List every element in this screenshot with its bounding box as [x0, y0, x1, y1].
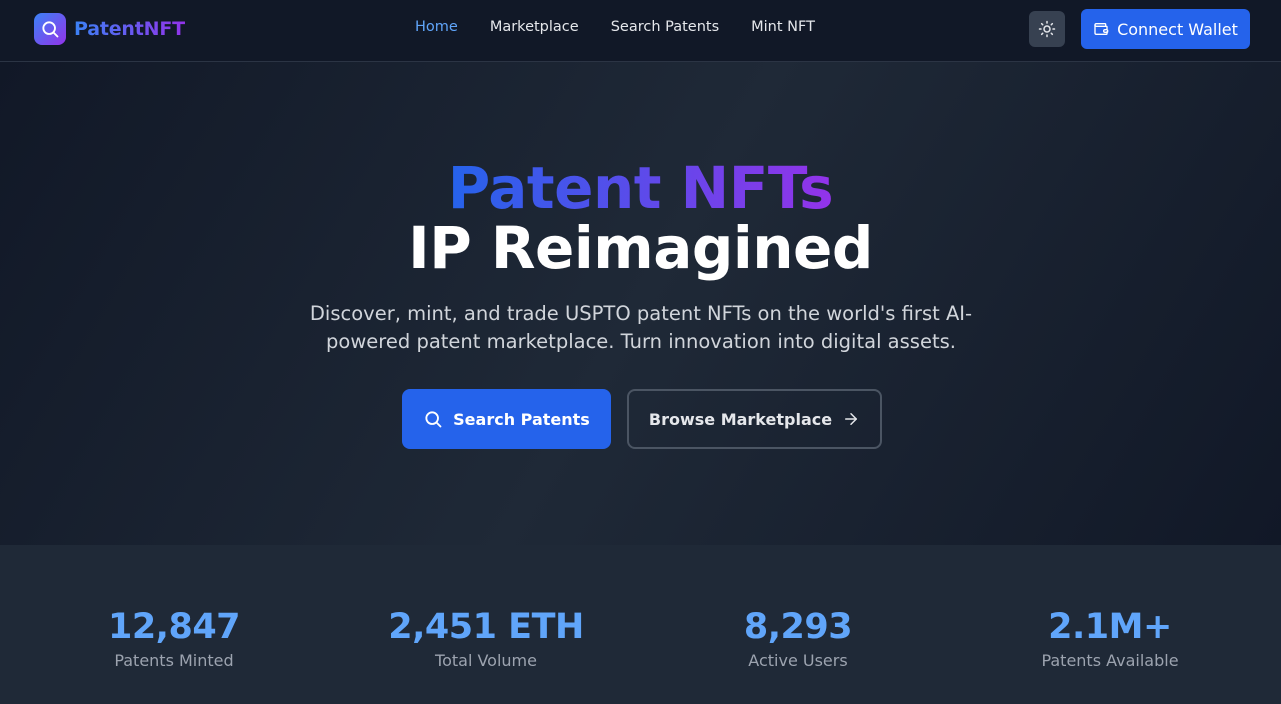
hero-section: Patent NFTs IP Reimagined Discover, mint…	[0, 62, 1281, 545]
search-patents-label: Search Patents	[453, 410, 590, 429]
stat-label: Total Volume	[356, 651, 616, 671]
connect-wallet-button[interactable]: Connect Wallet	[1081, 9, 1250, 49]
theme-toggle-button[interactable]	[1029, 11, 1065, 47]
stat-value: 8,293	[668, 605, 928, 649]
stat-value: 12,847	[44, 605, 304, 649]
brand-name: PatentNFT	[74, 18, 185, 40]
nav-home[interactable]: Home	[415, 19, 458, 39]
stat-label: Active Users	[668, 651, 928, 671]
connect-wallet-label: Connect Wallet	[1117, 20, 1238, 39]
browse-marketplace-label: Browse Marketplace	[649, 410, 832, 429]
nav-mint-nft[interactable]: Mint NFT	[751, 19, 815, 39]
search-patents-button[interactable]: Search Patents	[402, 389, 611, 449]
main-nav: Home Marketplace Search Patents Mint NFT	[415, 19, 815, 39]
brand-logo[interactable]: PatentNFT	[34, 13, 185, 45]
search-icon	[423, 409, 443, 429]
search-icon	[34, 13, 66, 45]
stat-label: Patents Available	[980, 651, 1240, 671]
stat-label: Patents Minted	[44, 651, 304, 671]
nav-search-patents[interactable]: Search Patents	[611, 19, 719, 39]
stat-patents-minted: 12,847 Patents Minted	[44, 605, 304, 671]
arrow-right-icon	[842, 410, 860, 428]
stat-value: 2.1M+	[980, 605, 1240, 649]
stats-section: 12,847 Patents Minted 2,451 ETH Total Vo…	[0, 545, 1281, 704]
wallet-icon	[1093, 21, 1109, 37]
browse-marketplace-button[interactable]: Browse Marketplace	[627, 389, 882, 449]
hero-title-gradient-text: Patent NFTs	[448, 154, 833, 222]
nav-marketplace[interactable]: Marketplace	[490, 19, 579, 39]
stat-active-users: 8,293 Active Users	[668, 605, 928, 671]
stat-patents-available: 2.1M+ Patents Available	[980, 605, 1240, 671]
hero-subtitle: Discover, mint, and trade USPTO patent N…	[280, 300, 1002, 356]
hero-title-gradient: Patent NFTs	[0, 154, 1281, 222]
sun-icon	[1038, 20, 1056, 38]
hero-title: IP Reimagined	[0, 214, 1281, 282]
stat-value: 2,451 ETH	[356, 605, 616, 649]
top-navbar: PatentNFT Home Marketplace Search Patent…	[0, 0, 1281, 62]
stat-total-volume: 2,451 ETH Total Volume	[356, 605, 616, 671]
